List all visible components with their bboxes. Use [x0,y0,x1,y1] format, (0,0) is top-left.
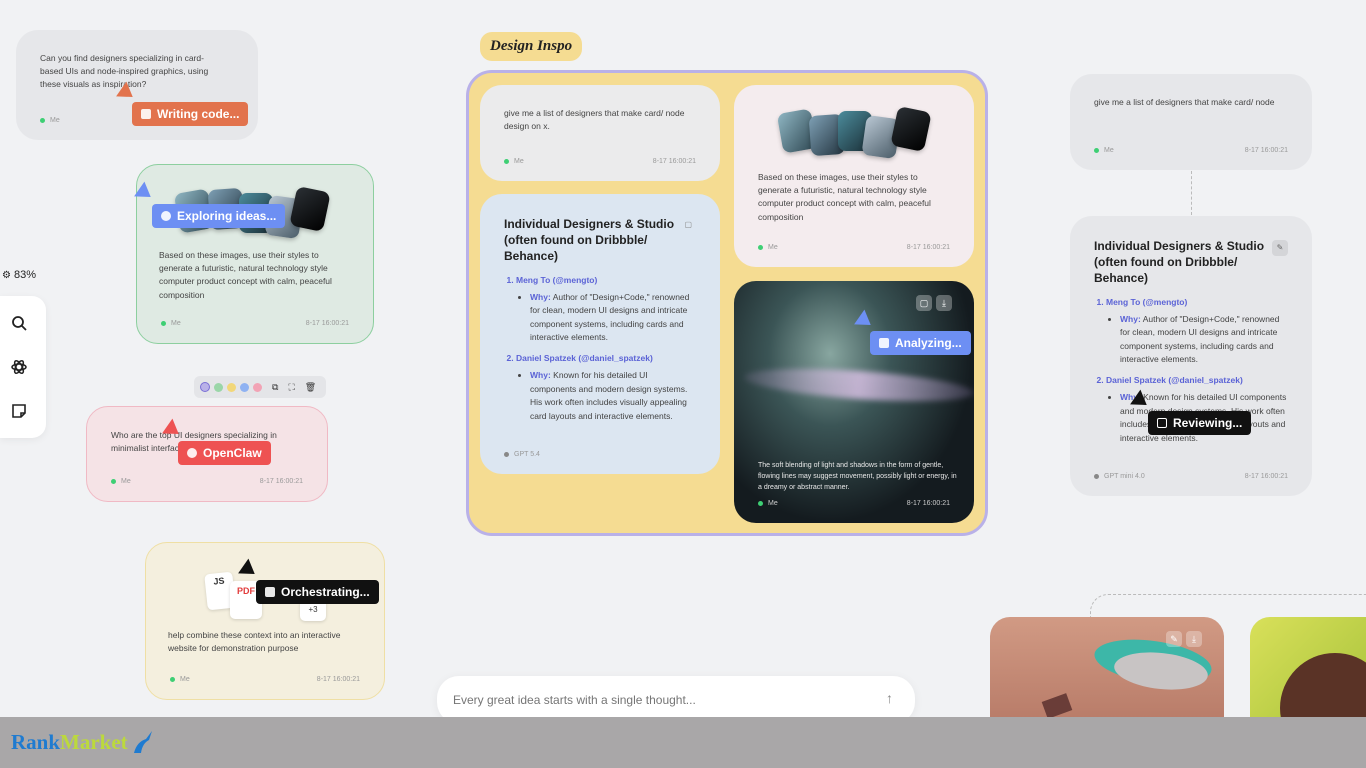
color-swatch-pink[interactable] [253,382,262,392]
gear-icon: ⚙ [2,269,11,281]
color-swatch-purple[interactable] [200,382,210,392]
color-swatch-green[interactable] [214,382,223,392]
agent-tag-exploring-ideas: Exploring ideas... [152,204,286,228]
agent-tag-openclaw: OpenClaw [178,441,271,465]
edit-icon[interactable]: ✎ [1166,631,1182,647]
review-icon [1157,418,1167,428]
cube-icon [265,587,275,597]
prompt-input[interactable] [453,690,853,710]
zoom-indicator: ⚙ 83% [2,269,36,281]
compass-icon [161,211,171,221]
copy-icon[interactable]: ✎ [1272,240,1288,256]
model-icon[interactable] [10,358,28,376]
card-color-toolbar: ⧉ ⛶ 🗑 [194,376,326,398]
copy-icon[interactable]: ▢ [684,220,692,229]
group-label[interactable]: Design Inspo [480,32,583,61]
group-card-response[interactable]: Individual Designers & Studio (often fou… [480,194,720,474]
agent-tag-orchestrating: Orchestrating... [256,580,379,604]
left-toolbar [0,296,46,438]
download-icon[interactable]: ⤓ [936,295,952,311]
image-card-portrait[interactable] [1250,617,1366,727]
analyze-icon [879,338,889,348]
claw-icon [187,448,197,458]
unicorn-logo-icon [130,729,154,755]
agent-tag-writing-code: Writing code... [132,102,249,126]
search-icon[interactable] [10,314,28,332]
trash-icon[interactable]: 🗑 [305,382,316,393]
agent-tag-analyzing: Analyzing... [870,331,971,355]
image-thumb [890,105,932,153]
prompt-card-website[interactable]: JS PDF +3 help combine these context int… [145,542,385,700]
prompt-card-futuristic[interactable]: Based on these images, use their styles … [136,164,374,344]
brand-logo: Rank Market [11,729,154,755]
image-card-eye[interactable]: ✎ ⤓ [990,617,1224,727]
group-card-images-prompt[interactable]: Based on these images, use their styles … [734,85,974,267]
color-swatch-yellow[interactable] [227,382,236,392]
copy-icon[interactable]: ▢ [916,295,932,311]
car-icon [141,109,151,119]
agent-tag-reviewing: Reviewing... [1148,411,1252,435]
download-icon[interactable]: ⤓ [1186,631,1202,647]
connector-line [1191,171,1192,215]
sticky-note-icon[interactable] [10,402,28,420]
image-light-streak [743,363,974,407]
send-arrow-icon[interactable]: ↑ [886,690,893,706]
group-card-image-analysis[interactable]: ▢ ⤓ The soft blending of light and shado… [734,281,974,523]
expand-icon[interactable]: ⛶ [288,382,294,393]
duplicate-icon[interactable]: ⧉ [272,382,278,393]
portrait-figure [1280,653,1366,727]
prompt-card-right[interactable]: give me a list of designers that make ca… [1070,74,1312,170]
color-swatch-blue[interactable] [240,382,249,392]
group-card-question[interactable]: give me a list of designers that make ca… [480,85,720,181]
brand-footer: Rank Market [0,717,1366,768]
freckle [1041,693,1073,719]
response-card-right[interactable]: Individual Designers & Studio (often fou… [1070,216,1312,496]
image-thumb [289,185,331,233]
